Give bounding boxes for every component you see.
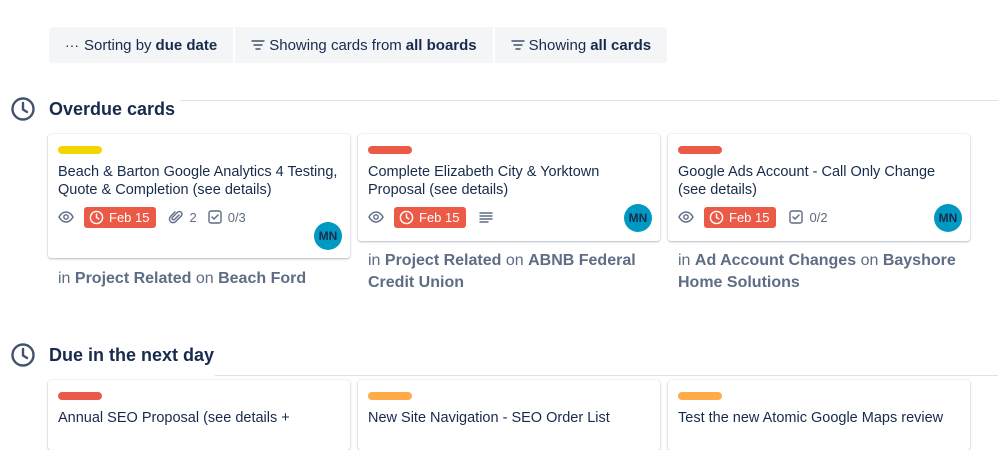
due-date-badge[interactable]: Feb 15 [84, 206, 157, 228]
checklist-badge: 0/3 [207, 209, 246, 225]
board-link[interactable]: Beach Ford [218, 270, 306, 287]
in-text: in [58, 270, 71, 287]
clock-icon [11, 97, 35, 121]
section-header-due-next-day: Due in the next day [10, 341, 988, 369]
card-label[interactable] [58, 146, 102, 154]
cards-value: all cards [590, 36, 652, 54]
section-title: Overdue cards [49, 98, 176, 119]
avatar[interactable]: MN [624, 204, 652, 232]
section-divider [180, 100, 998, 101]
card-label[interactable] [58, 392, 102, 400]
boards-filter-button[interactable]: Showing cards from all boards [233, 27, 492, 63]
eye-icon [58, 211, 74, 223]
attachments-badge: 2 [168, 209, 197, 225]
due-date-badge[interactable]: Feb 15 [704, 206, 777, 228]
card-label[interactable] [368, 146, 412, 154]
card-badges: Feb 15 [368, 205, 650, 229]
section-divider [215, 375, 998, 376]
avatar[interactable]: MN [314, 222, 342, 250]
in-text: in [368, 252, 381, 269]
card-badges: Feb 15 0/2 [678, 205, 960, 229]
avatar[interactable]: MN [934, 204, 962, 232]
list-link[interactable]: Project Related [385, 252, 501, 269]
eye-icon [678, 211, 694, 223]
checklist-count: 0/2 [809, 209, 828, 225]
watching-badge [368, 209, 384, 225]
clock-icon [709, 210, 724, 224]
due-date-text: Feb 15 [109, 209, 150, 225]
card[interactable]: Complete Elizabeth City & Yorktown Propo… [358, 134, 660, 241]
card-label[interactable] [678, 392, 722, 400]
card[interactable]: Annual SEO Proposal (see details + [48, 380, 350, 450]
card-title: Complete Elizabeth City & Yorktown Propo… [368, 164, 600, 198]
card-location: in Project Related on Beach Ford [58, 268, 348, 290]
list-link[interactable]: Ad Account Changes [695, 252, 856, 269]
attachments-count: 2 [189, 209, 197, 225]
checklist-count: 0/3 [227, 209, 246, 225]
in-text: in [678, 252, 691, 269]
card[interactable]: Beach & Barton Google Analytics 4 Testin… [48, 134, 350, 258]
due-date-text: Feb 15 [729, 209, 770, 225]
paperclip-icon [169, 210, 184, 224]
card[interactable]: Google Ads Account - Call Only Change (s… [668, 134, 970, 241]
due-date-text: Feb 15 [419, 209, 460, 225]
card-title: New Site Navigation - SEO Order List [368, 410, 610, 426]
watching-badge [678, 209, 694, 225]
card-location: in Project Related on ABNB Federal Credi… [368, 250, 658, 294]
due-date-badge[interactable]: Feb 15 [394, 206, 467, 228]
on-text: on [860, 252, 879, 269]
checkbox-icon [208, 210, 222, 224]
card-label[interactable] [678, 146, 722, 154]
eye-icon [368, 211, 384, 223]
card[interactable]: Test the new Atomic Google Maps review [668, 380, 970, 450]
boards-prefix: Showing cards from [269, 36, 402, 54]
card[interactable]: New Site Navigation - SEO Order List [358, 380, 660, 450]
sort-value: due date [155, 36, 218, 54]
clock-icon [399, 210, 414, 224]
cards-prefix: Showing [528, 36, 587, 54]
filter-icon [510, 40, 525, 50]
section-title: Due in the next day [49, 344, 215, 365]
description-badge [478, 209, 494, 225]
watching-badge [58, 209, 74, 225]
clock-icon [11, 343, 35, 367]
card-label[interactable] [368, 392, 412, 400]
sort-prefix: Sorting by [84, 36, 152, 54]
card-title: Test the new Atomic Google Maps review [678, 410, 944, 426]
checklist-badge: 0/2 [788, 209, 828, 225]
card-title: Annual SEO Proposal (see details + [58, 410, 290, 426]
on-text: on [195, 270, 214, 287]
clock-icon [89, 210, 104, 224]
filter-icon [251, 40, 265, 50]
description-icon [479, 212, 494, 223]
list-link[interactable]: Project Related [75, 270, 191, 287]
card-title: Google Ads Account - Call Only Change (s… [678, 164, 936, 198]
sort-filter-button[interactable]: ··· Sorting by due date [49, 27, 233, 63]
filter-bar: ··· Sorting by due date Showing cards fr… [49, 27, 668, 63]
boards-value: all boards [405, 36, 477, 54]
card-badges: Feb 15 2 0/3 [58, 205, 340, 229]
card-title: Beach & Barton Google Analytics 4 Testin… [58, 164, 338, 198]
card-location: in Ad Account Changes on Bayshore Home S… [678, 250, 968, 294]
checkbox-icon [789, 210, 804, 224]
cards-filter-button[interactable]: Showing all cards [492, 27, 667, 63]
more-dots-icon: ··· [65, 37, 79, 53]
on-text: on [505, 252, 524, 269]
